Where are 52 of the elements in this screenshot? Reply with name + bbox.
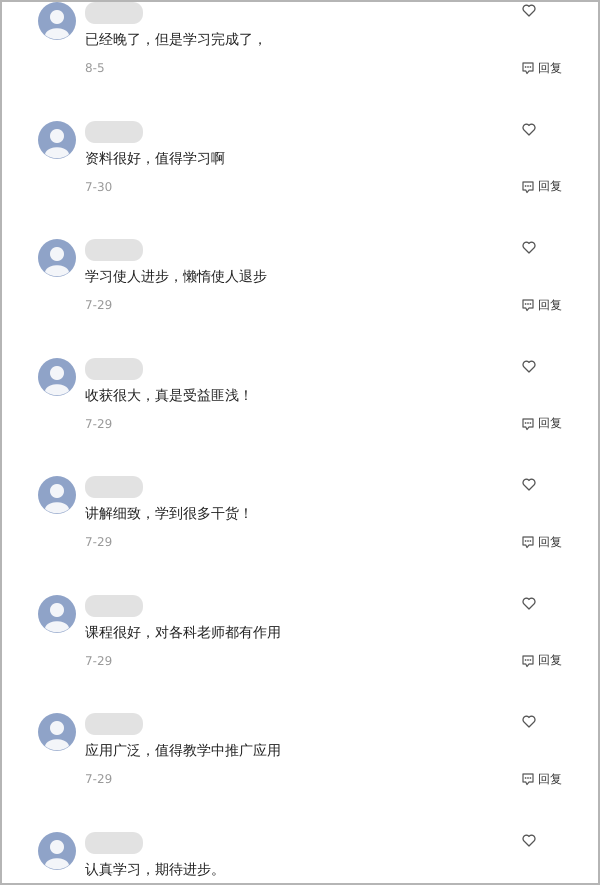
comment-date: 8-5	[85, 61, 105, 75]
name-placeholder	[85, 594, 143, 616]
reply-button[interactable]: 回复	[521, 415, 562, 432]
comment-text: 资料很好，值得学习啊	[85, 150, 226, 168]
heart-icon[interactable]	[522, 834, 536, 846]
avatar-icon	[38, 594, 76, 632]
avatar-icon	[38, 832, 76, 870]
comment-date: 7-29	[85, 416, 112, 430]
avatar-icon	[38, 476, 76, 514]
heart-icon[interactable]	[522, 241, 536, 254]
comment-icon	[521, 180, 535, 194]
heart-icon[interactable]	[522, 596, 536, 610]
comment-icon	[521, 61, 535, 75]
comment-text: 学习使人进步，懒惰使人退步	[85, 268, 268, 287]
comment-icon	[521, 416, 535, 430]
reply-button[interactable]: 回复	[521, 770, 562, 788]
comment-date: 7-29	[85, 772, 112, 786]
name-placeholder	[85, 832, 143, 854]
heart-icon[interactable]	[522, 4, 536, 17]
name-placeholder	[85, 120, 143, 142]
heart-icon[interactable]	[522, 360, 536, 372]
reply-button[interactable]: 回复	[521, 296, 562, 314]
comment-icon	[521, 654, 535, 668]
reply-button[interactable]: 回复	[521, 178, 562, 195]
comment-date: 7-29	[85, 654, 112, 668]
comment-text: 认真学习，期待进步。	[85, 860, 226, 880]
comment-text: 课程很好，对各科老师都有作用	[85, 624, 282, 642]
comment-text: 应用广泛，值得教学中推广应用	[85, 742, 282, 761]
comment-date: 7-30	[85, 180, 112, 194]
heart-icon[interactable]	[522, 122, 536, 136]
reply-button[interactable]: 回复	[521, 652, 562, 669]
name-placeholder	[85, 239, 143, 261]
avatar-icon	[38, 713, 76, 751]
heart-icon[interactable]	[522, 478, 536, 491]
comment-date: 7-29	[85, 298, 112, 312]
name-placeholder	[85, 2, 143, 24]
comment-text: 已经晚了，但是学习完成了，	[85, 31, 268, 50]
heart-icon[interactable]	[522, 715, 536, 728]
comment-text: 收获很大，真是受益匪浅！	[85, 386, 254, 406]
comment-icon	[521, 535, 535, 549]
comment-icon	[521, 298, 535, 312]
avatar-icon	[38, 239, 76, 277]
name-placeholder	[85, 358, 143, 380]
reply-button[interactable]: 回复	[521, 60, 562, 76]
name-placeholder	[85, 476, 143, 498]
name-placeholder	[85, 713, 143, 735]
comment-icon	[521, 772, 535, 786]
reply-button[interactable]: 回复	[521, 534, 562, 550]
comment-date: 7-29	[85, 535, 112, 549]
avatar-icon	[38, 358, 76, 396]
avatar-icon	[38, 120, 76, 158]
comment-text: 讲解细致，学到很多干货！	[85, 505, 254, 524]
